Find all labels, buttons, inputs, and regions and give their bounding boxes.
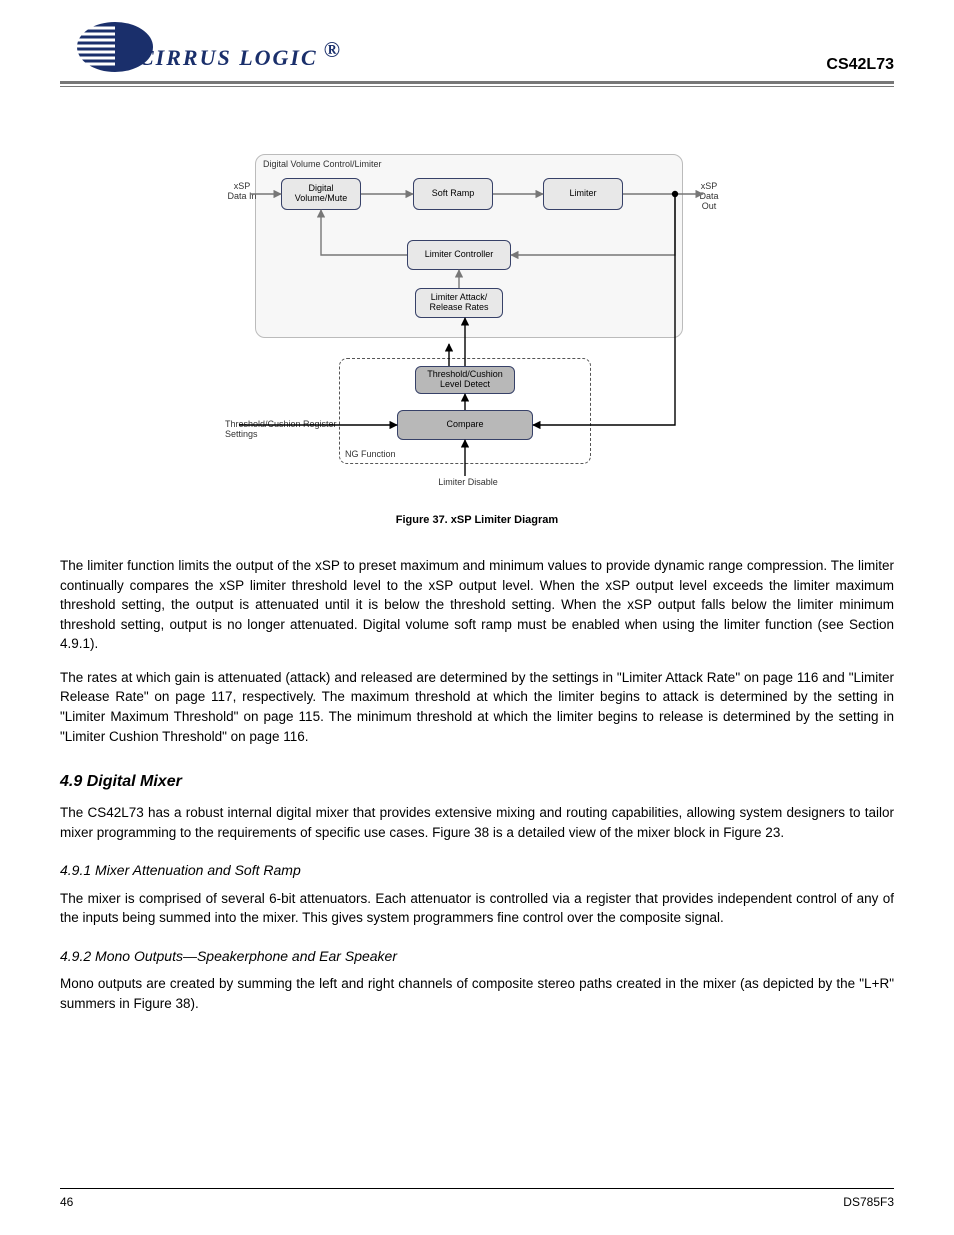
para-mixer: The CS42L73 has a robust internal digita… bbox=[60, 803, 894, 842]
figure-caption: Figure 37. xSP Limiter Diagram bbox=[60, 514, 894, 526]
para-mono: Mono outputs are created by summing the … bbox=[60, 974, 894, 1013]
registered-icon: ® bbox=[324, 37, 342, 63]
diagram-arrows bbox=[237, 148, 717, 508]
header-rule bbox=[60, 81, 894, 87]
page-header: CIRRUS LOGIC® CS42L73 bbox=[60, 20, 894, 98]
para-2: The rates at which gain is attenuated (a… bbox=[60, 668, 894, 746]
heading-attn: 4.9.1 Mixer Attenuation and Soft Ramp bbox=[60, 860, 894, 880]
doc-number: DS785F3 bbox=[843, 1195, 894, 1209]
heading-mixer: 4.9 Digital Mixer bbox=[60, 770, 894, 793]
para-1: The limiter function limits the output o… bbox=[60, 556, 894, 654]
brand-logo: CIRRUS LOGIC® bbox=[60, 20, 894, 75]
part-number: CS42L73 bbox=[826, 56, 894, 74]
limiter-diagram: Digital Volume Control/Limiter Digital V… bbox=[237, 148, 717, 508]
page-footer: 46 DS785F3 bbox=[60, 1188, 894, 1209]
brand-name: CIRRUS LOGIC bbox=[139, 45, 318, 71]
para-attn: The mixer is comprised of several 6-bit … bbox=[60, 889, 894, 928]
body-text: The limiter function limits the output o… bbox=[60, 556, 894, 1013]
heading-mono: 4.9.2 Mono Outputs—Speakerphone and Ear … bbox=[60, 946, 894, 966]
page-number: 46 bbox=[60, 1195, 73, 1209]
